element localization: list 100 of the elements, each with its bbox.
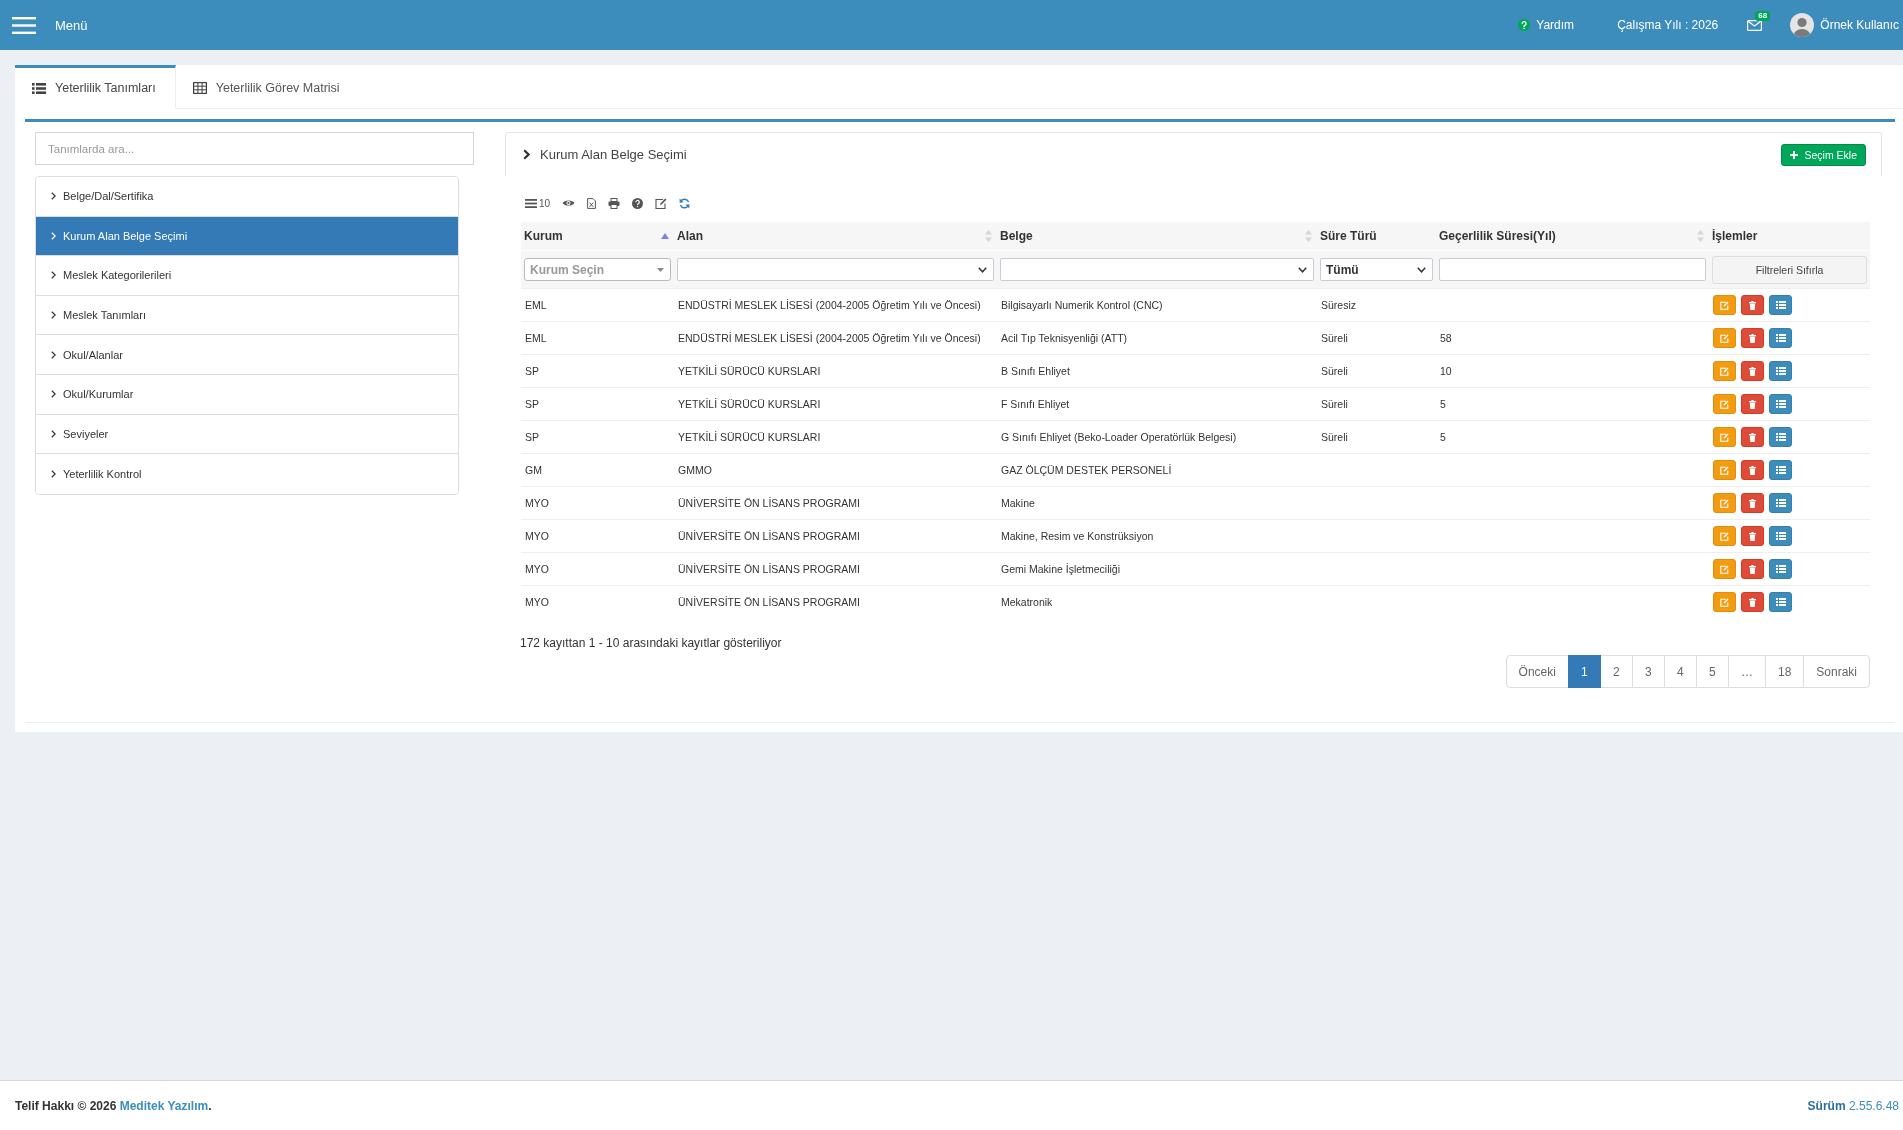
table-cell-text: MYO bbox=[524, 563, 550, 575]
eye-icon[interactable] bbox=[562, 199, 576, 207]
list-icon bbox=[1775, 301, 1786, 309]
delete-button[interactable] bbox=[1741, 460, 1764, 480]
details-button[interactable] bbox=[1769, 361, 1792, 381]
select-field[interactable] bbox=[677, 258, 994, 281]
column-header[interactable]: Kurum bbox=[521, 229, 674, 243]
table-cell-text: ÜNİVERSİTE ÖN LİSANS PROGRAMI bbox=[677, 596, 862, 608]
edit-button[interactable] bbox=[1713, 328, 1736, 348]
search-field[interactable]: Tanımlarda ara... bbox=[35, 132, 474, 165]
previous-page-button[interactable]: Önceki bbox=[1505, 655, 1569, 688]
help-icon[interactable] bbox=[632, 197, 644, 209]
details-button[interactable] bbox=[1769, 295, 1792, 315]
page-button[interactable]: 4 bbox=[1663, 655, 1697, 688]
details-button[interactable] bbox=[1769, 526, 1792, 546]
mail-icon bbox=[1747, 19, 1763, 31]
table-cell-text: GAZ ÖLÇÜM DESTEK PERSONELİ bbox=[1000, 464, 1173, 476]
chevron-right-icon bbox=[51, 271, 56, 280]
delete-button[interactable] bbox=[1741, 361, 1764, 381]
table-cell-text: Süreli bbox=[1320, 398, 1349, 410]
edit-icon[interactable] bbox=[655, 197, 668, 209]
table-cell-text: Makine bbox=[1000, 497, 1036, 509]
next-page-button[interactable]: Sonraki bbox=[1803, 655, 1870, 688]
edit-button[interactable] bbox=[1713, 361, 1736, 381]
delete-button[interactable] bbox=[1741, 493, 1764, 513]
delete-button[interactable] bbox=[1741, 394, 1764, 414]
panel-title: Kurum Alan Belge Seçimi bbox=[540, 147, 687, 162]
edit-button[interactable] bbox=[1713, 493, 1736, 513]
edit-button[interactable] bbox=[1713, 559, 1736, 579]
column-header[interactable]: Belge bbox=[997, 229, 1317, 243]
table-cell-text: Mekatronik bbox=[1000, 596, 1054, 608]
details-button[interactable] bbox=[1769, 328, 1792, 348]
delete-button[interactable] bbox=[1741, 328, 1764, 348]
list-icon bbox=[1775, 334, 1786, 342]
edit-button[interactable] bbox=[1713, 295, 1736, 315]
page-button[interactable]: 5 bbox=[1695, 655, 1729, 688]
page-button[interactable]: 18 bbox=[1764, 655, 1805, 688]
table-cell-text: 10 bbox=[1439, 365, 1453, 377]
edit-icon bbox=[1720, 597, 1729, 607]
table-cell-text: YETKİLİ SÜRÜCÜ KURSLARI bbox=[677, 365, 822, 377]
trash-icon bbox=[1749, 432, 1756, 442]
table-cell-text: Bilgisayarlı Numerik Kontrol (CNC) bbox=[1000, 299, 1164, 311]
delete-button[interactable] bbox=[1741, 526, 1764, 546]
delete-button[interactable] bbox=[1741, 295, 1764, 315]
details-button[interactable] bbox=[1769, 427, 1792, 447]
spreadsheet-file-icon[interactable] bbox=[587, 197, 597, 209]
table-cell-text: B Sınıfı Ehliyet bbox=[1000, 365, 1071, 377]
list-icon bbox=[1775, 433, 1786, 441]
delete-button[interactable] bbox=[1741, 592, 1764, 612]
edit-button[interactable] bbox=[1713, 592, 1736, 612]
details-button[interactable] bbox=[1769, 460, 1792, 480]
menu-button[interactable]: Menü bbox=[12, 16, 88, 34]
text-field[interactable] bbox=[1439, 258, 1706, 281]
details-button[interactable] bbox=[1769, 592, 1792, 612]
details-button[interactable] bbox=[1769, 559, 1792, 579]
table-cell-text: SP bbox=[524, 365, 540, 377]
edit-button[interactable] bbox=[1713, 460, 1736, 480]
edit-icon bbox=[1720, 498, 1729, 508]
table-cell-text: EML bbox=[524, 299, 548, 311]
sidebar-item[interactable]: Kurum Alan Belge Seçimi bbox=[36, 216, 458, 257]
select-field[interactable]: Tümü bbox=[1320, 258, 1433, 281]
edit-button[interactable] bbox=[1713, 394, 1736, 414]
page-size-button[interactable]: 10 bbox=[525, 197, 551, 209]
table-cell-text: Makine, Resim ve Konstrüksiyon bbox=[1000, 530, 1155, 542]
column-header[interactable]: Geçerlilik Süresi(Yıl) bbox=[1436, 229, 1709, 243]
select-field[interactable] bbox=[1000, 258, 1314, 281]
column-header[interactable]: Alan bbox=[674, 229, 997, 243]
edit-icon bbox=[1720, 366, 1729, 376]
help-link[interactable]: Yardım bbox=[1518, 18, 1575, 32]
print-icon[interactable] bbox=[608, 197, 621, 209]
page-button[interactable]: 1 bbox=[1567, 655, 1601, 688]
list-icon bbox=[1775, 466, 1786, 474]
notification-badge: 68 bbox=[1755, 10, 1771, 21]
delete-button[interactable] bbox=[1741, 427, 1764, 447]
chevron-right-icon bbox=[51, 469, 56, 478]
edit-icon bbox=[1720, 465, 1729, 475]
details-button[interactable] bbox=[1769, 394, 1792, 414]
trash-icon bbox=[1749, 564, 1756, 574]
page-button[interactable]: 3 bbox=[1631, 655, 1665, 688]
page-button[interactable]: … bbox=[1727, 655, 1766, 688]
table-cell-text: GMMO bbox=[677, 464, 713, 476]
list-icon bbox=[1775, 367, 1786, 375]
copyright-text: Telif Hakkı © 2026 Meditek Yazılım. bbox=[15, 1098, 212, 1113]
refresh-icon[interactable] bbox=[679, 197, 691, 209]
table-cell-text: MYO bbox=[524, 530, 550, 542]
table-cell-text: Süreli bbox=[1320, 332, 1349, 344]
table-cell-text: ÜNİVERSİTE ÖN LİSANS PROGRAMI bbox=[677, 530, 862, 542]
edit-button[interactable] bbox=[1713, 427, 1736, 447]
table-icon bbox=[192, 82, 207, 94]
sidebar-item[interactable]: Belge/Dal/Sertifika bbox=[36, 177, 458, 217]
edit-button[interactable] bbox=[1713, 526, 1736, 546]
user-menu[interactable]: Örnek Kullanıc bbox=[1790, 13, 1899, 37]
work-year-link[interactable]: Çalışma Yılı : 2026 bbox=[1617, 18, 1719, 32]
reset-filters-button[interactable]: Filtreleri Sıfırla bbox=[1712, 255, 1867, 284]
plus-icon bbox=[1790, 150, 1799, 159]
details-button[interactable] bbox=[1769, 493, 1792, 513]
page-button[interactable]: 2 bbox=[1599, 655, 1633, 688]
delete-button[interactable] bbox=[1741, 559, 1764, 579]
tab[interactable]: Yeterlilik Tanımları bbox=[15, 65, 176, 109]
edit-icon bbox=[1720, 300, 1729, 310]
